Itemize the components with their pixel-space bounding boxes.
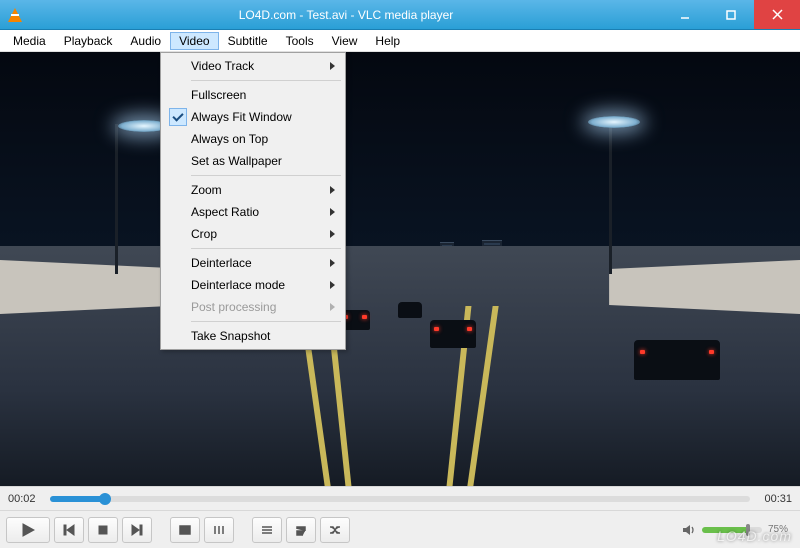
menu-always-on-top[interactable]: Always on Top [163,128,343,150]
menu-item-label: Always Fit Window [191,110,292,124]
play-button[interactable] [6,517,50,543]
shuffle-button[interactable] [320,517,350,543]
previous-button[interactable] [54,517,84,543]
menu-aspect-ratio[interactable]: Aspect Ratio [163,201,343,223]
video-dropdown: Video Track Fullscreen Always Fit Window… [160,52,346,350]
menu-video-track[interactable]: Video Track [163,55,343,77]
menu-fullscreen[interactable]: Fullscreen [163,84,343,106]
menu-subtitle[interactable]: Subtitle [219,32,277,50]
close-button[interactable] [754,0,800,29]
menu-separator [191,175,341,176]
menu-item-label: Zoom [191,183,222,197]
extended-settings-button[interactable] [204,517,234,543]
menu-playback[interactable]: Playback [55,32,122,50]
check-icon [169,108,187,126]
loop-button[interactable] [286,517,316,543]
app-icon [0,8,30,22]
seek-thumb[interactable] [99,493,111,505]
fullscreen-button[interactable] [170,517,200,543]
menu-crop[interactable]: Crop [163,223,343,245]
submenu-arrow-icon [330,62,335,70]
volume-percent: 75% [768,524,788,535]
menu-view[interactable]: View [323,32,367,50]
submenu-arrow-icon [330,259,335,267]
video-frame [0,52,800,486]
menu-item-label: Video Track [191,59,254,73]
seek-track[interactable] [50,496,750,502]
seek-bar: 00:02 00:31 [0,486,800,510]
menu-item-label: Set as Wallpaper [191,154,282,168]
volume-slider[interactable] [702,527,762,533]
current-time: 00:02 [8,493,42,505]
menu-separator [191,80,341,81]
submenu-arrow-icon [330,303,335,311]
stop-button[interactable] [88,517,118,543]
menu-separator [191,321,341,322]
menu-item-label: Take Snapshot [191,329,270,343]
menu-item-label: Aspect Ratio [191,205,259,219]
submenu-arrow-icon [330,281,335,289]
menu-always-fit-window[interactable]: Always Fit Window [163,106,343,128]
menu-audio[interactable]: Audio [121,32,170,50]
volume-icon[interactable] [682,523,696,537]
playlist-button[interactable] [252,517,282,543]
menu-zoom[interactable]: Zoom [163,179,343,201]
volume-thumb[interactable] [746,524,750,536]
total-time: 00:31 [758,493,792,505]
menu-item-label: Crop [191,227,217,241]
maximize-button[interactable] [708,0,754,29]
minimize-button[interactable] [662,0,708,29]
menu-tools[interactable]: Tools [277,32,323,50]
submenu-arrow-icon [330,208,335,216]
menu-item-label: Fullscreen [191,88,246,102]
menu-item-label: Deinterlace mode [191,278,285,292]
menu-video[interactable]: Video [170,32,218,50]
menu-help[interactable]: Help [366,32,409,50]
seek-progress [50,496,106,502]
menu-post-processing: Post processing [163,296,343,318]
submenu-arrow-icon [330,230,335,238]
menu-deinterlace-mode[interactable]: Deinterlace mode [163,274,343,296]
submenu-arrow-icon [330,186,335,194]
vlc-cone-icon [8,8,22,22]
menu-take-snapshot[interactable]: Take Snapshot [163,325,343,347]
control-bar: 75% [0,510,800,548]
menu-separator [191,248,341,249]
window-title: LO4D.com - Test.avi - VLC media player [30,8,662,22]
menu-item-label: Always on Top [191,132,268,146]
titlebar: LO4D.com - Test.avi - VLC media player [0,0,800,30]
menu-media[interactable]: Media [4,32,55,50]
menu-set-as-wallpaper[interactable]: Set as Wallpaper [163,150,343,172]
menubar: Media Playback Audio Video Subtitle Tool… [0,30,800,52]
next-button[interactable] [122,517,152,543]
video-viewport[interactable]: Video Track Fullscreen Always Fit Window… [0,52,800,486]
menu-item-label: Deinterlace [191,256,252,270]
menu-deinterlace[interactable]: Deinterlace [163,252,343,274]
menu-item-label: Post processing [191,300,276,314]
